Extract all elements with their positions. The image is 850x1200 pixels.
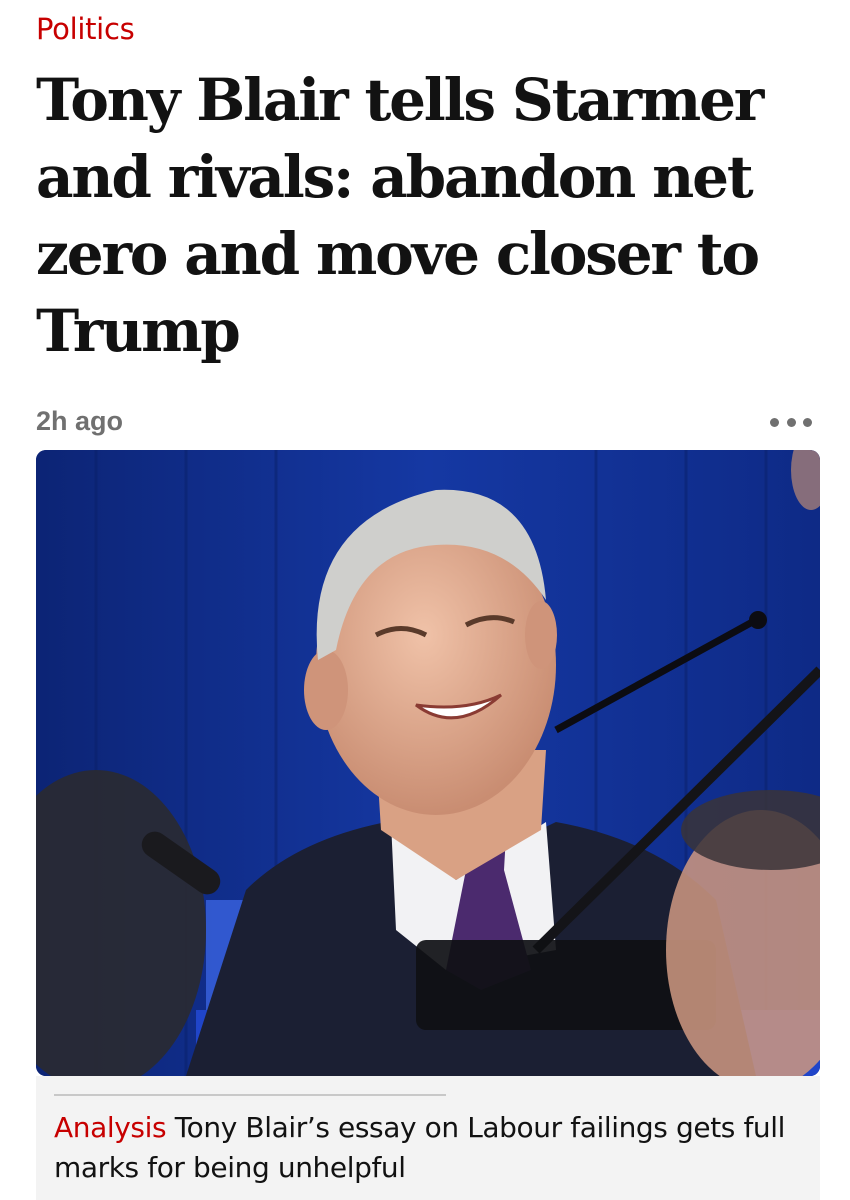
related-kicker: Analysis — [54, 1111, 167, 1144]
more-options-button[interactable] — [770, 408, 812, 436]
photo-illustration — [36, 450, 820, 1076]
related-link-panel: Analysis Tony Blair’s essay on Labour fa… — [36, 1076, 820, 1200]
headline[interactable]: Tony Blair tells Starmer and rivals: aba… — [36, 62, 816, 370]
meta-row: 2h ago — [36, 404, 816, 444]
divider — [54, 1094, 446, 1096]
section-label[interactable]: Politics — [36, 12, 135, 46]
article-card[interactable]: Politics Tony Blair tells Starmer and ri… — [0, 0, 850, 1200]
more-options-icon — [770, 417, 779, 427]
article-photo[interactable] — [36, 450, 820, 1076]
related-article-link[interactable]: Analysis Tony Blair’s essay on Labour fa… — [54, 1108, 794, 1188]
timestamp: 2h ago — [36, 406, 124, 436]
